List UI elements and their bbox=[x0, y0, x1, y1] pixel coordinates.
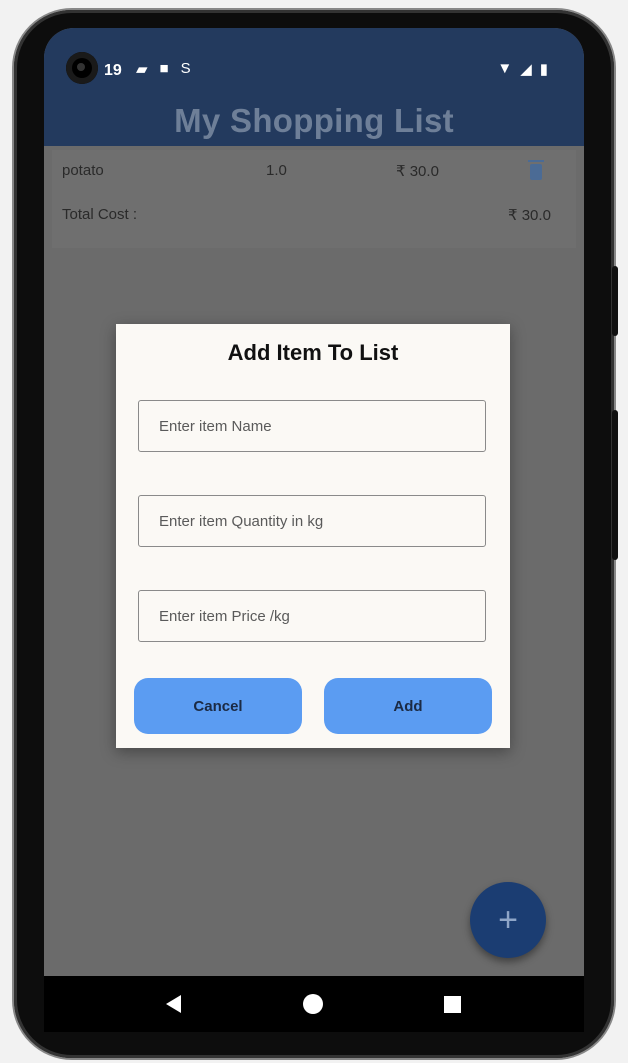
item-name: potato bbox=[62, 162, 104, 179]
item-quantity-field bbox=[138, 495, 486, 547]
app-bar: 19 ▰ ■ S ▼ ◢ ▮ My Shopping List bbox=[44, 28, 584, 146]
cancel-button[interactable]: Cancel bbox=[134, 678, 302, 734]
item-price: ₹ 30.0 bbox=[396, 163, 439, 180]
total-value: ₹ 30.0 bbox=[508, 207, 551, 224]
item-name-input[interactable] bbox=[139, 401, 485, 451]
shopping-list: potato 1.0 ₹ 30.0 Total Cost : ₹ 30.0 bbox=[52, 150, 576, 248]
total-label: Total Cost : bbox=[62, 206, 138, 223]
total-row: Total Cost : ₹ 30.0 bbox=[52, 194, 576, 234]
page-title: My Shopping List bbox=[174, 102, 454, 139]
wifi-icon: ▼ bbox=[497, 60, 513, 77]
item-quantity-input[interactable] bbox=[139, 496, 485, 546]
message-icon: ▰ bbox=[136, 61, 148, 78]
back-icon[interactable] bbox=[166, 995, 181, 1013]
volume-button bbox=[612, 410, 618, 560]
s-icon: S bbox=[180, 60, 191, 77]
status-time: 19 bbox=[104, 62, 122, 79]
battery-icon: ▮ bbox=[539, 61, 548, 78]
list-item[interactable]: potato 1.0 ₹ 30.0 bbox=[52, 150, 576, 190]
front-camera bbox=[66, 52, 98, 84]
item-name-field bbox=[138, 400, 486, 452]
add-item-fab[interactable]: + bbox=[470, 882, 546, 958]
notification-icons: ▰ ■ S bbox=[136, 60, 191, 78]
dialog-title: Add Item To List bbox=[227, 340, 399, 365]
system-icons: ▼ ◢ ▮ bbox=[497, 60, 548, 78]
item-price-input[interactable] bbox=[139, 591, 485, 641]
item-quantity: 1.0 bbox=[266, 162, 287, 179]
power-button bbox=[612, 266, 618, 336]
lock-icon: ■ bbox=[159, 60, 169, 77]
system-nav-bar bbox=[44, 976, 584, 1032]
delete-icon[interactable] bbox=[528, 160, 544, 180]
signal-icon: ◢ bbox=[520, 61, 532, 78]
recent-apps-icon[interactable] bbox=[444, 996, 461, 1013]
add-item-dialog: Add Item To List Cancel Add bbox=[116, 324, 510, 748]
add-button[interactable]: Add bbox=[324, 678, 492, 734]
home-icon[interactable] bbox=[303, 994, 323, 1014]
item-price-field bbox=[138, 590, 486, 642]
